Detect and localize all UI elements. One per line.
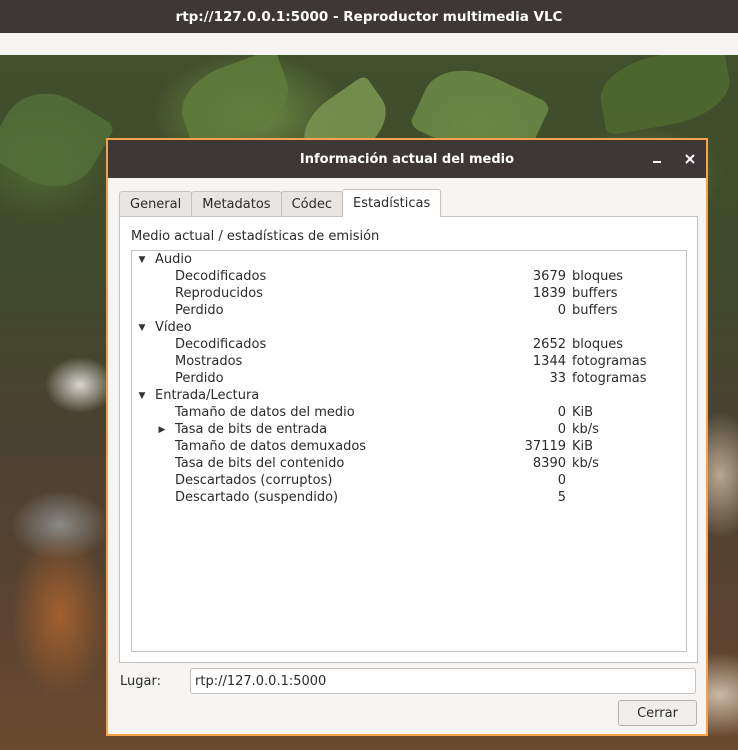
tree-row: Descartados (corruptos) 0 xyxy=(132,472,686,489)
stat-label: Descartado (suspendido) xyxy=(175,490,339,505)
stat-value: 8390 xyxy=(532,456,566,471)
collapsed-caret-icon[interactable]: ▶ xyxy=(157,425,167,435)
tab-bar: General Metadatos Códec Estadísticas xyxy=(119,189,442,217)
stat-unit: bloques xyxy=(572,337,624,352)
stat-label: Mostrados xyxy=(175,354,243,369)
tree-group-label: Audio xyxy=(155,252,192,267)
tab-general[interactable]: General xyxy=(119,191,193,217)
tab-codec-label: Códec xyxy=(291,197,332,212)
tree-row: Decodificados 2652 bloques xyxy=(132,336,686,353)
media-info-dialog: Información actual del medio General Met… xyxy=(106,138,708,736)
stat-label: Decodificados xyxy=(175,269,267,284)
stat-label: Tamaño de datos del medio xyxy=(175,405,355,420)
tab-general-label: General xyxy=(130,197,182,212)
main-menubar xyxy=(0,33,738,56)
tree-row: Tamaño de datos demuxados 37119 KiB xyxy=(132,438,686,455)
tab-statistics-label: Estadísticas xyxy=(353,196,431,211)
main-window-titlebar[interactable]: rtp://127.0.0.1:5000 - Reproductor multi… xyxy=(0,0,738,33)
tree-group-label: Vídeo xyxy=(155,320,192,335)
tree-row: Tamaño de datos del medio 0 KiB xyxy=(132,404,686,421)
tree-row: Descartado (suspendido) 5 xyxy=(132,489,686,506)
stat-value: 3679 xyxy=(532,269,566,284)
tree-row: Perdido 33 fotogramas xyxy=(132,370,686,387)
stat-label: Tasa de bits del contenido xyxy=(175,456,345,471)
stat-unit: fotogramas xyxy=(572,354,647,369)
tree-row: Mostrados 1344 fotogramas xyxy=(132,353,686,370)
stat-value: 0 xyxy=(557,303,566,318)
tree-row: Perdido 0 buffers xyxy=(132,302,686,319)
stat-label: Tasa de bits de entrada xyxy=(175,422,328,437)
main-window-title: rtp://127.0.0.1:5000 - Reproductor multi… xyxy=(175,8,563,25)
stat-unit: buffers xyxy=(572,286,618,301)
statistics-tree[interactable]: ▼ Audio Decodificados 3679 bloques Repro… xyxy=(131,250,687,652)
stat-value: 0 xyxy=(557,405,566,420)
dialog-titlebar[interactable]: Información actual del medio xyxy=(108,140,706,178)
stat-unit: KiB xyxy=(572,405,594,420)
stat-unit: bloques xyxy=(572,269,624,284)
minimize-icon[interactable] xyxy=(647,149,667,169)
stat-label: Descartados (corruptos) xyxy=(175,473,333,488)
tree-row: Reproducidos 1839 buffers xyxy=(132,285,686,302)
tab-metadata-label: Metadatos xyxy=(202,197,271,212)
close-button[interactable]: Cerrar xyxy=(618,700,697,726)
stat-value: 1839 xyxy=(532,286,566,301)
tree-group-audio[interactable]: ▼ Audio xyxy=(132,251,686,268)
stat-label: Tamaño de datos demuxados xyxy=(175,439,367,454)
tree-group-input[interactable]: ▼ Entrada/Lectura xyxy=(132,387,686,404)
dialog-title: Información actual del medio xyxy=(299,151,515,167)
tree-row[interactable]: ▶ Tasa de bits de entrada 0 kb/s xyxy=(132,421,686,438)
stat-value: 1344 xyxy=(532,354,566,369)
tree-row: Decodificados 3679 bloques xyxy=(132,268,686,285)
stat-value: 0 xyxy=(557,422,566,437)
video-leaf xyxy=(0,76,116,204)
stat-unit: kb/s xyxy=(572,456,599,471)
close-icon[interactable] xyxy=(680,149,700,169)
stat-value: 37119 xyxy=(524,439,566,454)
statistics-panel: Medio actual / estadísticas de emisión ▼… xyxy=(119,216,698,663)
expanded-caret-icon[interactable]: ▼ xyxy=(137,255,147,265)
stat-label: Perdido xyxy=(175,303,224,318)
stat-value: 33 xyxy=(549,371,566,386)
stat-value: 2652 xyxy=(532,337,566,352)
panel-heading: Medio actual / estadísticas de emisión xyxy=(131,229,380,244)
location-input[interactable] xyxy=(190,668,696,694)
stat-value: 5 xyxy=(557,490,566,505)
stat-label: Reproducidos xyxy=(175,286,263,301)
expanded-caret-icon[interactable]: ▼ xyxy=(137,323,147,333)
stat-unit: fotogramas xyxy=(572,371,647,386)
tree-group-label: Entrada/Lectura xyxy=(155,388,260,403)
tree-group-video[interactable]: ▼ Vídeo xyxy=(132,319,686,336)
stat-unit: kb/s xyxy=(572,422,599,437)
stat-value: 0 xyxy=(557,473,566,488)
location-label: Lugar: xyxy=(120,674,161,689)
tab-codec[interactable]: Códec xyxy=(280,191,343,217)
stat-label: Perdido xyxy=(175,371,224,386)
stat-unit: KiB xyxy=(572,439,594,454)
tree-row: Tasa de bits del contenido 8390 kb/s xyxy=(132,455,686,472)
video-leaf xyxy=(594,55,736,136)
expanded-caret-icon[interactable]: ▼ xyxy=(137,391,147,401)
tab-metadata[interactable]: Metadatos xyxy=(191,191,282,217)
tab-statistics[interactable]: Estadísticas xyxy=(342,189,442,217)
stat-unit: buffers xyxy=(572,303,618,318)
stat-label: Decodificados xyxy=(175,337,267,352)
